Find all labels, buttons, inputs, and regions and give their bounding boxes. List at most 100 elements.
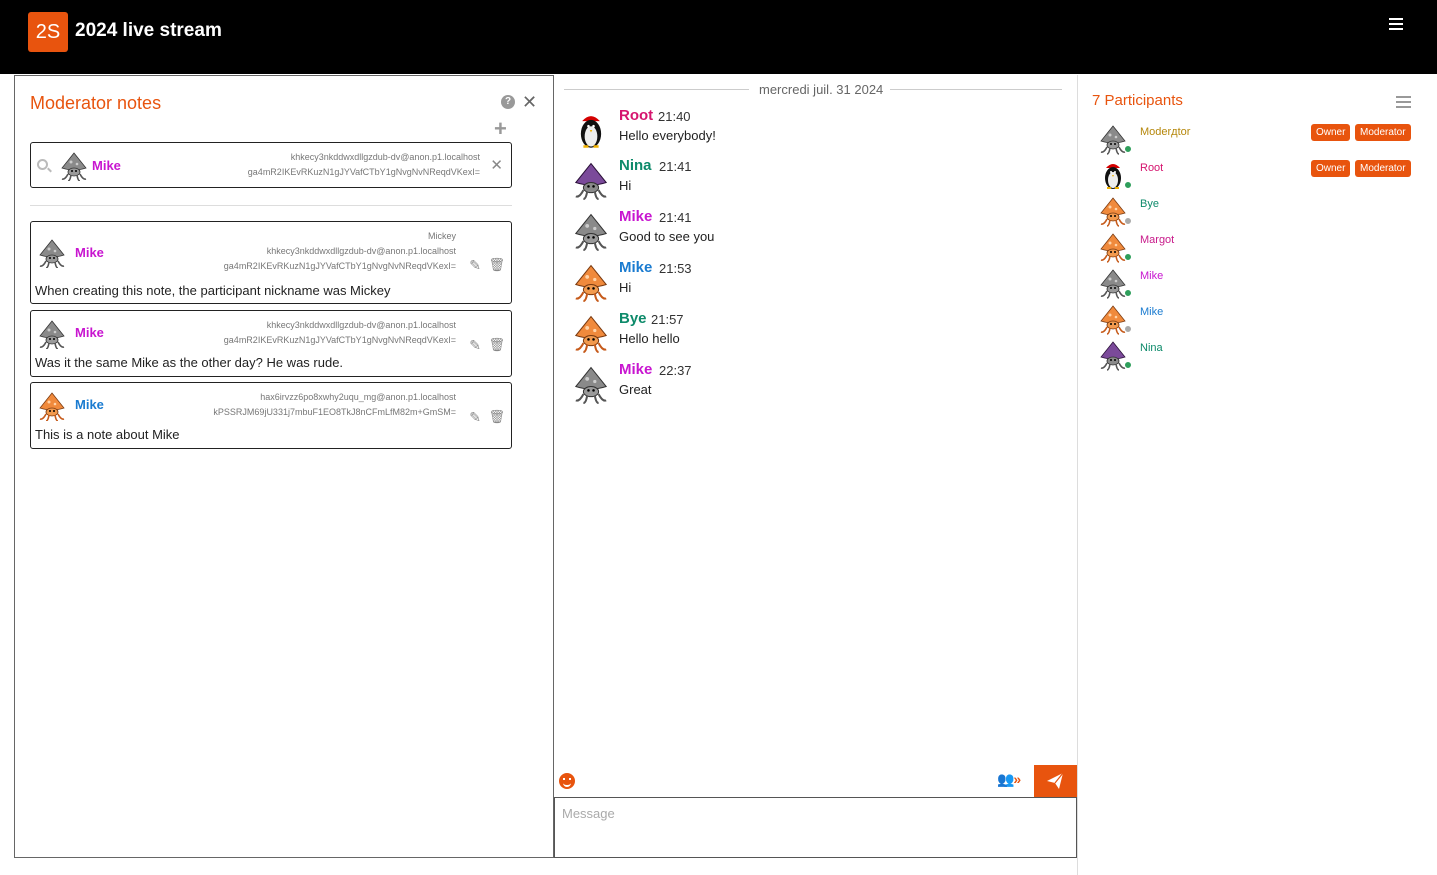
online-indicator bbox=[1124, 289, 1132, 297]
owner-badge: Owner bbox=[1311, 160, 1351, 177]
note-item: Mike hax6irvzz6po8xwhy2uqu_mg@anon.p1.lo… bbox=[30, 382, 512, 449]
participant-item[interactable]: Bye bbox=[1094, 195, 1414, 229]
participant-item[interactable]: Nina bbox=[1094, 339, 1414, 373]
offline-indicator bbox=[1124, 325, 1132, 333]
message-input[interactable] bbox=[554, 797, 1077, 858]
moderator-badge: Moderator bbox=[1355, 124, 1411, 141]
avatar bbox=[574, 213, 608, 252]
note-text: This is a note about Mike bbox=[35, 427, 180, 442]
online-indicator bbox=[1124, 181, 1132, 189]
trash-icon[interactable]: 🗑 bbox=[488, 409, 505, 425]
participants-title: 7 Participants bbox=[1092, 92, 1183, 109]
participant-item[interactable]: Mike bbox=[1094, 267, 1414, 301]
participant-item[interactable]: Root Owner Moderator bbox=[1094, 159, 1414, 193]
message-body: Hello hello bbox=[619, 331, 680, 346]
edit-icon[interactable]: ✎ bbox=[469, 409, 481, 426]
participant-name: Margot bbox=[1140, 234, 1175, 246]
message-body: Hi bbox=[619, 280, 632, 295]
note-text: When creating this note, the participant… bbox=[35, 283, 391, 298]
note-author: Mike bbox=[75, 397, 104, 412]
note-participant-id: khkecy3nkddwxdllgzdub-dv@anon.p1.localho… bbox=[223, 320, 456, 345]
help-icon[interactable]: ? bbox=[501, 95, 515, 109]
message-author[interactable]: Bye bbox=[619, 310, 647, 327]
chat-message: Root 21:40 Hello everybody! bbox=[568, 107, 1058, 153]
note-item: Mike khkecy3nkddwxdllgzdub-dv@anon.p1.lo… bbox=[30, 310, 512, 377]
online-indicator bbox=[1124, 145, 1132, 153]
message-author[interactable]: Mike bbox=[619, 208, 652, 225]
chat-message: Mike 21:41 Good to see you bbox=[568, 208, 1058, 254]
participant-name: Root bbox=[1140, 162, 1164, 174]
participants-mention-icon[interactable]: 👥» bbox=[997, 771, 1021, 788]
owner-badge: Owner bbox=[1311, 124, 1351, 141]
send-button[interactable] bbox=[1034, 765, 1077, 797]
participant-name: Nina bbox=[1140, 342, 1163, 354]
message-author[interactable]: Nina bbox=[619, 157, 652, 174]
message-author[interactable]: Root bbox=[619, 107, 653, 124]
trash-icon[interactable]: 🗑 bbox=[488, 337, 505, 353]
participant-item[interactable]: Mike bbox=[1094, 303, 1414, 337]
search-icon bbox=[37, 159, 48, 170]
note-author: Mike bbox=[75, 245, 104, 260]
online-indicator bbox=[1124, 253, 1132, 261]
participant-item[interactable]: Moderдtor Owner Moderator bbox=[1094, 123, 1414, 157]
moderator-badge: Moderator bbox=[1355, 160, 1411, 177]
composer-toolbar: 👥» bbox=[554, 765, 1077, 797]
note-item: Mike Mickey khkecy3nkddwxdllgzdub-dv@ano… bbox=[30, 221, 512, 304]
note-text: Was it the same Mike as the other day? H… bbox=[35, 355, 344, 370]
avatar bbox=[574, 264, 608, 303]
app-logo[interactable]: 2S bbox=[28, 12, 68, 52]
avatar bbox=[61, 152, 87, 181]
edit-icon[interactable]: ✎ bbox=[469, 337, 481, 354]
message-author[interactable]: Mike bbox=[619, 259, 652, 276]
message-author[interactable]: Mike bbox=[619, 361, 652, 378]
note-participant-id: hax6irvzz6po8xwhy2uqu_mg@anon.p1.localho… bbox=[213, 392, 456, 417]
online-indicator bbox=[1124, 361, 1132, 369]
close-icon[interactable]: ✕ bbox=[522, 92, 537, 113]
participant-item[interactable]: Margot bbox=[1094, 231, 1414, 265]
message-body: Good to see you bbox=[619, 229, 715, 244]
moderator-notes-title: Moderator notes bbox=[30, 93, 162, 113]
hamburger-menu-icon[interactable] bbox=[1389, 18, 1403, 32]
emoji-icon[interactable] bbox=[559, 773, 575, 789]
avatar bbox=[574, 315, 608, 354]
divider bbox=[30, 205, 512, 206]
participant-name: Moderдtor bbox=[1140, 126, 1191, 138]
filter-participant-name: Mike bbox=[92, 158, 121, 173]
clear-filter-icon[interactable]: ✕ bbox=[490, 156, 503, 174]
message-time: 21:41 bbox=[659, 159, 692, 174]
message-time: 21:57 bbox=[651, 312, 684, 327]
message-time: 21:40 bbox=[658, 109, 691, 124]
avatar bbox=[574, 366, 608, 405]
app-title: 2024 live stream bbox=[75, 20, 222, 41]
participant-name: Mike bbox=[1140, 306, 1164, 318]
offline-indicator bbox=[1124, 217, 1132, 225]
chat-message: Bye 21:57 Hello hello bbox=[568, 310, 1058, 356]
participant-name: Bye bbox=[1140, 198, 1159, 210]
participants-menu-icon[interactable] bbox=[1396, 96, 1411, 111]
message-time: 21:53 bbox=[659, 261, 692, 276]
message-time: 21:41 bbox=[659, 210, 692, 225]
send-icon bbox=[1047, 772, 1064, 789]
filter-participant-id: khkecy3nkddwxdllgzdub-dv@anon.p1.localho… bbox=[247, 152, 480, 177]
chat-message: Mike 21:53 Hi bbox=[568, 259, 1058, 305]
avatar bbox=[39, 320, 65, 349]
top-bar: 2S 2024 live stream bbox=[0, 0, 1437, 74]
date-label: mercredi juil. 31 2024 bbox=[753, 82, 890, 97]
avatar bbox=[574, 162, 608, 201]
chat-message: Mike 22:37 Great bbox=[568, 361, 1058, 407]
participant-filter[interactable]: Mike khkecy3nkddwxdllgzdub-dv@anon.p1.lo… bbox=[30, 142, 512, 188]
participant-name: Mike bbox=[1140, 270, 1164, 282]
note-author: Mike bbox=[75, 325, 104, 340]
avatar bbox=[39, 392, 65, 421]
trash-icon[interactable]: 🗑 bbox=[488, 257, 505, 273]
chat-message: Nina 21:41 Hi bbox=[568, 157, 1058, 203]
add-note-icon[interactable]: + bbox=[494, 116, 507, 142]
message-body: Great bbox=[619, 382, 652, 397]
date-separator: mercredi juil. 31 2024 bbox=[564, 82, 1062, 98]
edit-icon[interactable]: ✎ bbox=[469, 257, 481, 274]
chat-panel: mercredi juil. 31 2024 Root 21:40 Hello … bbox=[554, 75, 1077, 858]
participants-panel: 7 Participants Moderдtor Owner Moderator… bbox=[1077, 75, 1437, 875]
message-body: Hi bbox=[619, 178, 632, 193]
message-time: 22:37 bbox=[659, 363, 692, 378]
avatar bbox=[579, 112, 604, 150]
